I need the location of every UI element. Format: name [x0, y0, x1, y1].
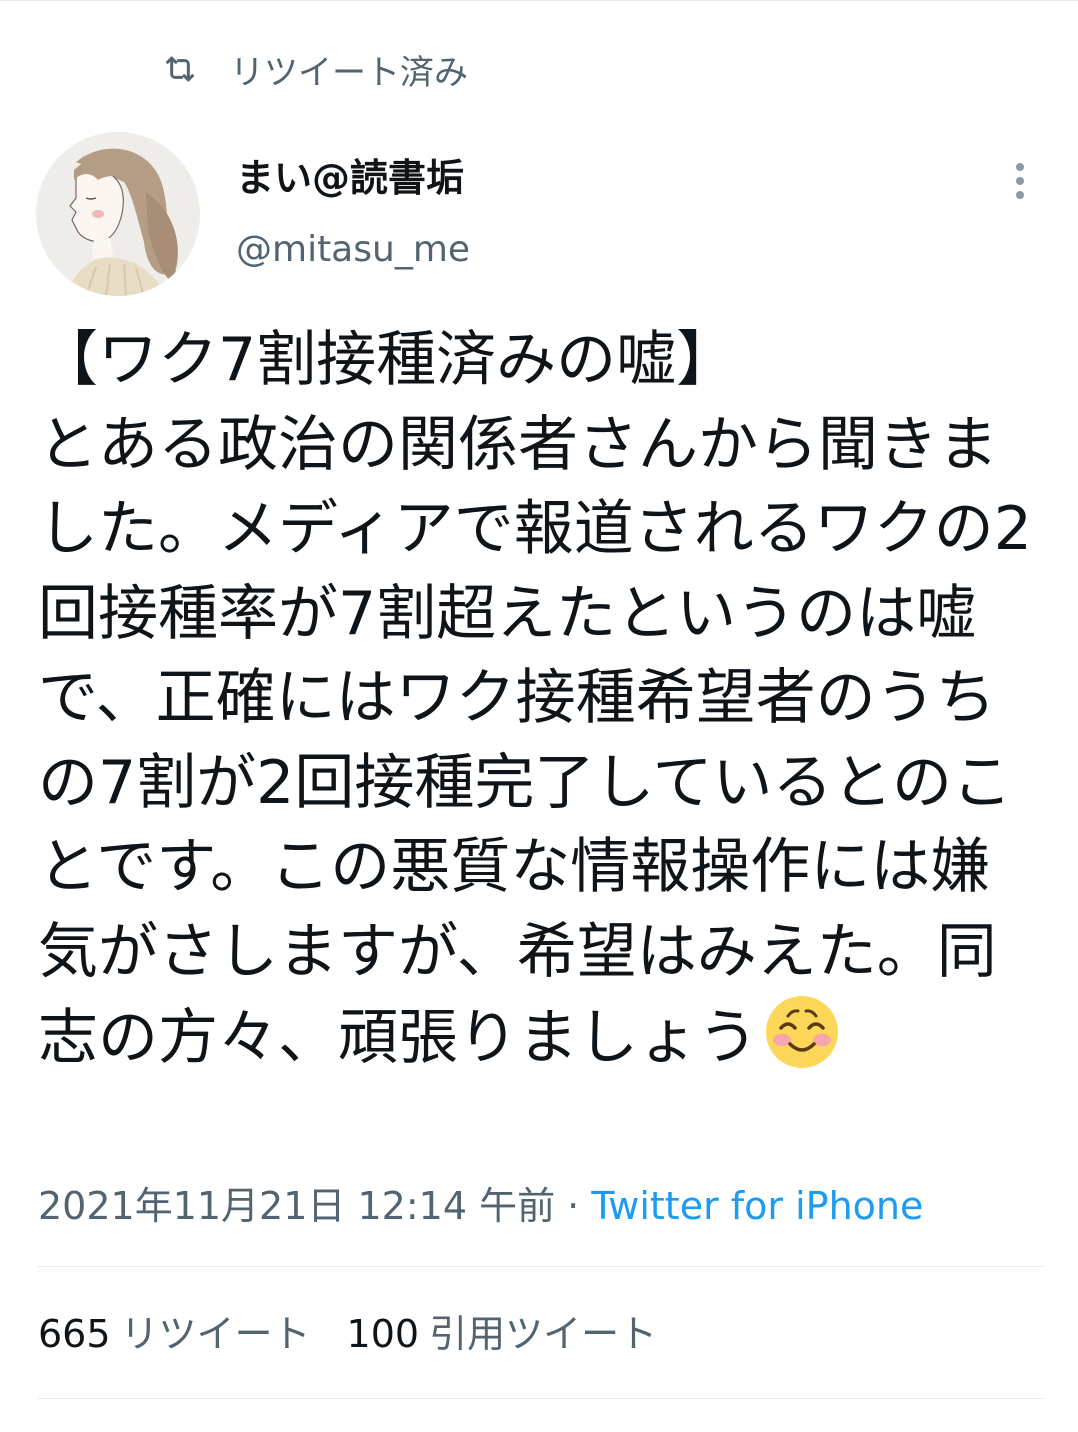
retweet-icon: [160, 49, 200, 89]
stats-bottom-divider: [38, 1398, 1044, 1399]
tweet-source-link[interactable]: Twitter for iPhone: [591, 1184, 923, 1228]
top-divider: [0, 0, 1078, 1]
tweet-text: 【ワク7割接種済みの嘘】 とある政治の関係者さんから聞きました。メディアで報道さ…: [38, 325, 1032, 1073]
retweeted-label: リツイート済み: [230, 52, 468, 93]
tweet-metadata: 2021年11月21日 12:14 午前 · Twitter for iPhon…: [38, 1178, 923, 1234]
retweets-stat[interactable]: 665 リツイート: [38, 1312, 311, 1356]
quote-tweets-label: 引用ツイート: [429, 1312, 658, 1356]
tweet-body: 【ワク7割接種済みの嘘】 とある政治の関係者さんから聞きました。メディアで報道さ…: [38, 318, 1038, 1081]
author-handle[interactable]: @mitasu_me: [236, 222, 470, 278]
smiling-face-with-blush-emoji-icon: [764, 994, 840, 1070]
quote-tweets-stat[interactable]: 100 引用ツイート: [347, 1312, 658, 1356]
stats-top-divider: [38, 1266, 1044, 1267]
avatar[interactable]: [36, 132, 200, 296]
retweets-label: リツイート: [120, 1312, 311, 1356]
author-display-name[interactable]: まい@読書垢: [236, 150, 464, 206]
vertical-dots-icon: [1016, 163, 1024, 199]
tweet-timestamp[interactable]: 2021年11月21日 12:14 午前: [38, 1184, 555, 1228]
more-options-button[interactable]: [1000, 156, 1040, 206]
retweets-count: 665: [38, 1312, 111, 1356]
meta-separator: ·: [555, 1184, 592, 1228]
tweet-stats: 665 リツイート 100 引用ツイート: [38, 1306, 693, 1362]
quote-tweets-count: 100: [346, 1312, 420, 1356]
retweeted-banner: リツイート済み: [160, 44, 468, 94]
